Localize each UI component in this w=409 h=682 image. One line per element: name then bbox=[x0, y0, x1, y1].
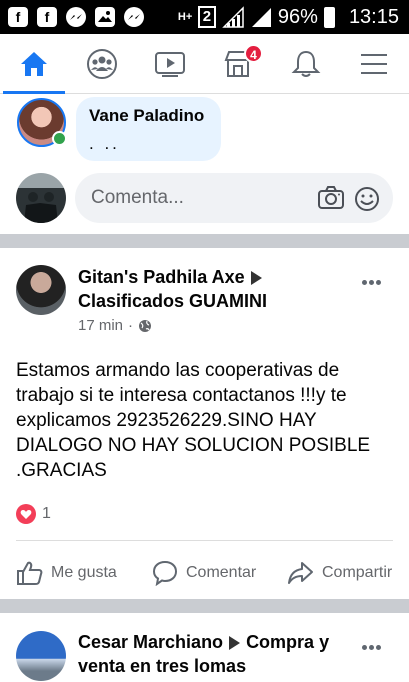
next-post-author[interactable]: Cesar Marchiano bbox=[78, 632, 223, 652]
thumbs-up-icon bbox=[17, 561, 43, 585]
facebook-icon: f bbox=[8, 7, 28, 27]
battery-percent: 96% bbox=[277, 5, 318, 28]
comment-input[interactable]: Comenta... bbox=[75, 173, 393, 223]
arrow-right-icon bbox=[250, 271, 262, 286]
reaction-count: 1 bbox=[42, 505, 51, 522]
tab-marketplace[interactable]: 4 bbox=[204, 34, 272, 94]
share-label: Compartir bbox=[322, 564, 393, 581]
my-avatar bbox=[16, 173, 66, 223]
groups-icon bbox=[87, 49, 117, 79]
next-post-avatar[interactable] bbox=[16, 631, 66, 681]
love-reaction-icon bbox=[16, 504, 36, 524]
battery-icon bbox=[323, 6, 335, 28]
comment-input-placeholder: Comenta... bbox=[91, 187, 184, 208]
like-button[interactable]: Me gusta bbox=[16, 555, 117, 591]
comment-bubble[interactable]: Vane Paladino . .. bbox=[76, 97, 221, 161]
reactions-summary[interactable]: 1 bbox=[16, 504, 51, 524]
feed-divider bbox=[0, 599, 409, 613]
post-actions: Me gusta Comentar Compartir bbox=[0, 555, 409, 591]
comment-text: . .. bbox=[89, 134, 120, 153]
post-time[interactable]: 17 min bbox=[78, 317, 123, 334]
globe-icon bbox=[139, 319, 152, 332]
emoji-icon[interactable] bbox=[354, 186, 380, 212]
post-header: Gitan's Padhila Axe Clasificados GUAMINI bbox=[78, 265, 343, 313]
post-group[interactable]: Clasificados GUAMINI bbox=[78, 291, 267, 311]
tab-watch[interactable] bbox=[136, 34, 204, 94]
post-body: Estamos armando las cooperativas de trab… bbox=[16, 360, 371, 481]
facebook-icon: f bbox=[37, 7, 57, 27]
active-tab-indicator bbox=[3, 91, 65, 94]
more-options-icon[interactable] bbox=[362, 272, 386, 285]
comment-author[interactable]: Vane Paladino bbox=[89, 106, 208, 126]
tab-home[interactable] bbox=[0, 34, 68, 94]
meta-separator: · bbox=[128, 317, 134, 334]
system-indicators: H+ 2 96% 13:15 bbox=[178, 4, 399, 30]
comment-button[interactable]: Comentar bbox=[152, 555, 256, 591]
notification-icons: f f bbox=[8, 7, 144, 27]
home-icon bbox=[21, 52, 47, 76]
post-meta: 17 min · bbox=[78, 317, 152, 334]
post-author[interactable]: Gitan's Padhila Axe bbox=[78, 267, 245, 287]
clock: 13:15 bbox=[348, 5, 399, 28]
sim-slot: 2 bbox=[197, 6, 216, 28]
signal-icon bbox=[222, 6, 244, 28]
actions-divider bbox=[16, 540, 393, 541]
arrow-right-icon bbox=[229, 636, 241, 651]
share-button[interactable]: Compartir bbox=[287, 555, 392, 591]
online-indicator bbox=[52, 131, 67, 146]
share-icon bbox=[288, 562, 313, 584]
camera-icon[interactable] bbox=[318, 186, 344, 210]
messenger-icon bbox=[124, 7, 144, 27]
like-label: Me gusta bbox=[51, 564, 117, 581]
status-bar: f f H+ 2 96% 13:15 bbox=[0, 0, 409, 34]
more-options-icon[interactable] bbox=[362, 637, 386, 650]
tab-groups[interactable] bbox=[68, 34, 136, 94]
signal-icon bbox=[250, 6, 272, 28]
menu-icon bbox=[361, 54, 387, 74]
notifications-icon bbox=[291, 50, 321, 77]
marketplace-badge: 4 bbox=[244, 44, 263, 63]
next-post-header: Cesar Marchiano Compra y venta en tres lo… bbox=[78, 630, 358, 678]
watch-icon bbox=[155, 52, 185, 77]
network-type: H+ bbox=[177, 11, 193, 23]
tab-notifications[interactable] bbox=[272, 34, 340, 94]
tab-menu[interactable] bbox=[340, 34, 408, 94]
comment-label: Comentar bbox=[186, 564, 257, 581]
post-author-avatar[interactable] bbox=[16, 265, 66, 315]
top-nav: 4 bbox=[0, 34, 409, 94]
feed-divider bbox=[0, 234, 409, 248]
messenger-icon bbox=[66, 7, 86, 27]
gallery-icon bbox=[95, 7, 115, 27]
comment-icon bbox=[152, 560, 178, 586]
